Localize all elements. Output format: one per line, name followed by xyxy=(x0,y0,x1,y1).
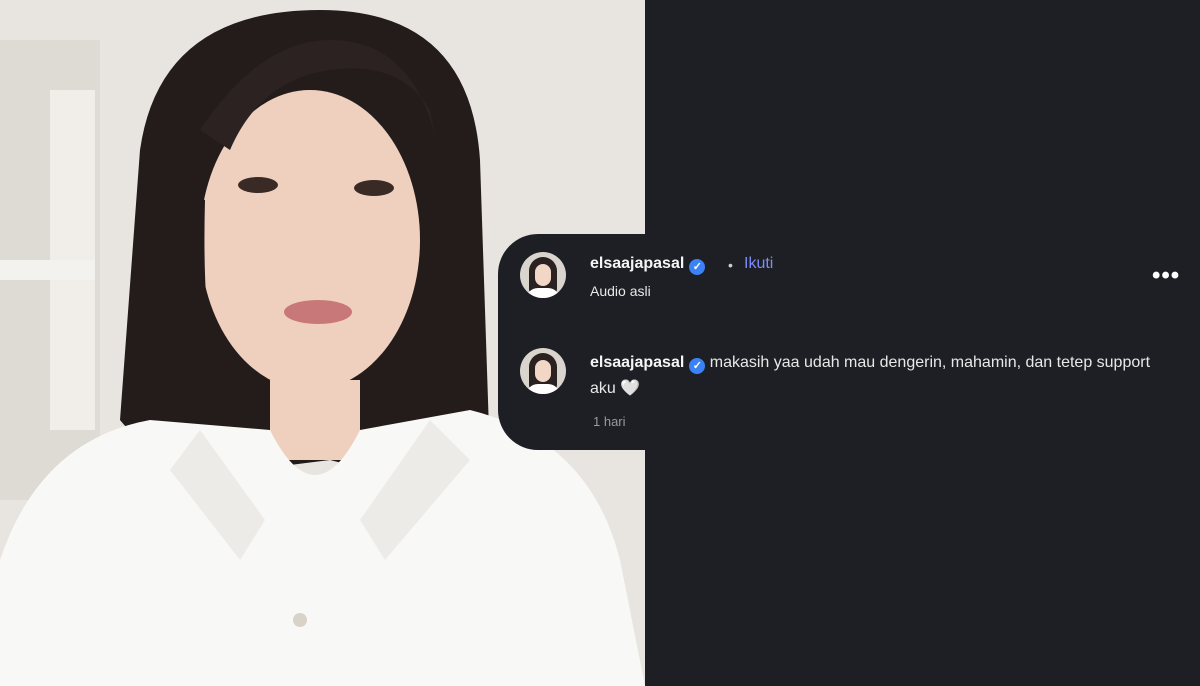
comment-avatar[interactable] xyxy=(520,348,566,394)
verified-badge-icon: ✓ xyxy=(689,259,706,275)
heart-emoji: 🤍 xyxy=(620,380,641,397)
post-username[interactable]: elsaajapasal ✓ xyxy=(590,255,706,275)
comment-username[interactable]: elsaajapasal xyxy=(590,354,684,371)
comments-panel xyxy=(645,0,1200,686)
more-options-icon[interactable]: ••• xyxy=(1152,262,1180,290)
verified-badge-icon: ✓ xyxy=(689,358,706,374)
follow-button[interactable]: Ikuti xyxy=(744,255,773,273)
comment-timestamp: 1 hari xyxy=(593,414,626,429)
separator-dot: • xyxy=(728,257,733,273)
post-avatar[interactable] xyxy=(520,252,566,298)
audio-label[interactable]: Audio asli xyxy=(590,283,651,299)
comment-body: elsaajapasal ✓ makasih yaa udah mau denge… xyxy=(590,350,1170,402)
